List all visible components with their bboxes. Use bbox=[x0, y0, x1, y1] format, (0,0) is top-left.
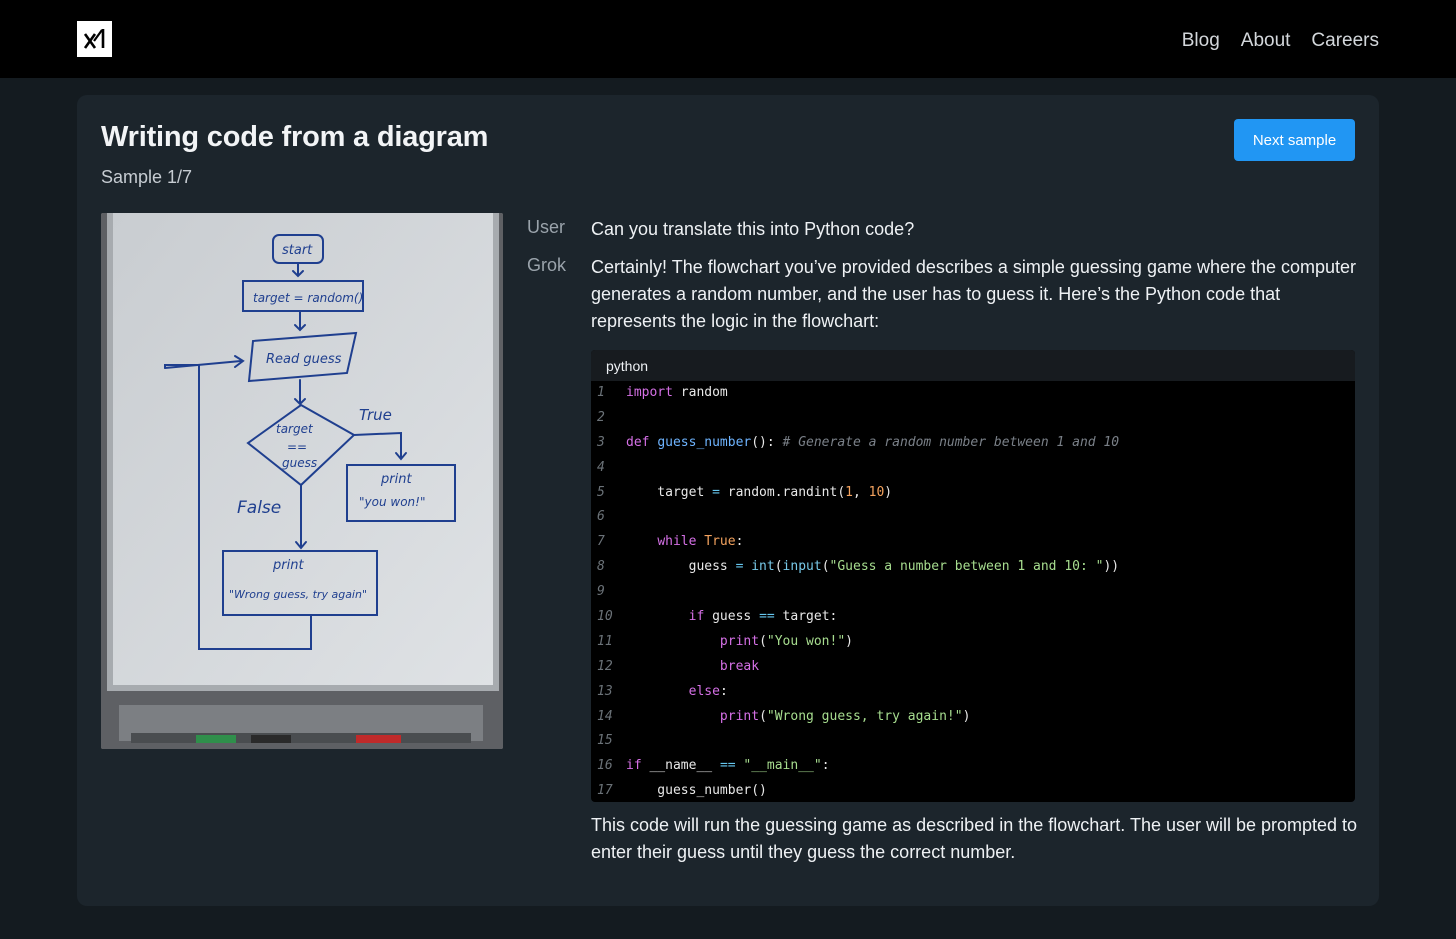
main-nav: Blog About Careers bbox=[1182, 30, 1379, 52]
line-number: 13 bbox=[597, 683, 613, 699]
code-text: def guess_number(): # Generate a random … bbox=[626, 434, 1120, 450]
wb-wrong-guess-text: "Wrong guess, try again" bbox=[229, 588, 367, 601]
line-number: 7 bbox=[597, 534, 605, 550]
wb-false-text: False bbox=[237, 498, 281, 518]
line-number: 4 bbox=[597, 459, 605, 475]
wb-cond-guess-text: guess bbox=[282, 456, 317, 470]
code-line: 2 bbox=[591, 406, 1355, 431]
nav-blog-link[interactable]: Blog bbox=[1182, 30, 1220, 52]
code-language-label: python bbox=[591, 350, 1355, 381]
code-text: else: bbox=[688, 683, 728, 699]
code-block: python 1 import random 2 3 def guess_number(… bbox=[591, 350, 1355, 802]
nav-about-link[interactable]: About bbox=[1241, 30, 1291, 52]
code-text: print("You won!") bbox=[719, 633, 853, 649]
code-line: 10 if guess == target: bbox=[591, 605, 1355, 630]
xai-logo-icon bbox=[83, 29, 104, 49]
line-number: 12 bbox=[597, 658, 613, 674]
whiteboard-photo: start target = random() Read guess targe… bbox=[101, 213, 503, 749]
code-text: if __name__ == "__main__": bbox=[626, 758, 830, 774]
code-line: 4 bbox=[591, 456, 1355, 481]
line-number: 9 bbox=[597, 584, 605, 600]
whiteboard-flowchart-image: start target = random() Read guess targe… bbox=[101, 213, 503, 749]
wb-cond-target-text: target bbox=[276, 422, 314, 436]
line-number: 11 bbox=[597, 633, 613, 649]
line-number: 10 bbox=[597, 609, 613, 625]
code-line: 15 bbox=[591, 729, 1355, 754]
code-line: 12 break bbox=[591, 655, 1355, 680]
code-line: 16 if __name__ == "__main__": bbox=[591, 754, 1355, 779]
code-line: 5 target = random.randint(1, 10) bbox=[591, 481, 1355, 506]
top-navigation-bar: Blog About Careers bbox=[0, 0, 1456, 78]
grok-role-label: Grok bbox=[527, 255, 567, 275]
line-number: 15 bbox=[597, 733, 613, 749]
wb-print-a-text: print bbox=[380, 472, 412, 487]
code-text: import random bbox=[626, 385, 728, 400]
next-sample-button[interactable]: Next sample bbox=[1234, 119, 1355, 161]
user-role-label: User bbox=[527, 217, 566, 237]
code-line: 14 print("Wrong guess, try again!") bbox=[591, 705, 1355, 730]
code-text: if guess == target: bbox=[688, 609, 838, 625]
grok-message-intro: Certainly! The flowchart you’ve provided… bbox=[591, 257, 1357, 331]
wb-read-guess-text: Read guess bbox=[266, 352, 342, 367]
wb-print-b-text: print bbox=[272, 558, 304, 573]
code-line: 13 else: bbox=[591, 680, 1355, 705]
code-line: 3 def guess_number(): # Generate a random… bbox=[591, 431, 1355, 456]
code-text: guess_number() bbox=[626, 783, 767, 799]
line-number: 3 bbox=[597, 434, 605, 450]
wb-start-text: start bbox=[282, 243, 313, 258]
code-body: 1 import random 2 3 def guess_number(): # Ge… bbox=[591, 381, 1355, 802]
wb-you-won-text: "you won!" bbox=[359, 495, 425, 509]
line-number: 6 bbox=[597, 509, 605, 525]
line-number: 16 bbox=[597, 758, 613, 774]
line-number: 14 bbox=[597, 708, 613, 724]
code-text: break bbox=[719, 658, 760, 674]
code-line: 8 guess = int(input("Guess a number betw… bbox=[591, 555, 1355, 580]
wb-target-assign-text: target = random() bbox=[253, 291, 363, 305]
user-message: Can you translate this into Python code? bbox=[591, 219, 915, 239]
code-line: 17 guess_number() bbox=[591, 779, 1355, 802]
line-number: 1 bbox=[597, 385, 605, 400]
code-text: target = random.randint(1, 10) bbox=[626, 484, 893, 500]
page-title: Writing code from a diagram bbox=[101, 121, 489, 153]
xai-logo[interactable] bbox=[77, 21, 112, 57]
line-number: 17 bbox=[597, 783, 613, 799]
line-number: 8 bbox=[597, 559, 605, 575]
wb-true-text: True bbox=[359, 406, 392, 424]
wb-cond-eq-text: == bbox=[287, 440, 307, 454]
code-line: 7 while True: bbox=[591, 530, 1355, 555]
code-text: print("Wrong guess, try again!") bbox=[719, 708, 971, 724]
code-line: 1 import random bbox=[591, 381, 1355, 406]
code-line: 9 bbox=[591, 580, 1355, 605]
sample-card: Writing code from a diagram Sample 1/7 N… bbox=[77, 95, 1379, 906]
code-line: 6 bbox=[591, 505, 1355, 530]
nav-careers-link[interactable]: Careers bbox=[1311, 30, 1379, 52]
grok-message-outro: This code will run the guessing game as … bbox=[591, 815, 1358, 862]
sample-counter: Sample 1/7 bbox=[101, 167, 193, 187]
line-number: 2 bbox=[597, 409, 605, 425]
code-text: guess = int(input("Guess a number betwee… bbox=[626, 559, 1120, 575]
code-text: while True: bbox=[657, 534, 744, 550]
line-number: 5 bbox=[597, 484, 605, 500]
code-line: 11 print("You won!") bbox=[591, 630, 1355, 655]
